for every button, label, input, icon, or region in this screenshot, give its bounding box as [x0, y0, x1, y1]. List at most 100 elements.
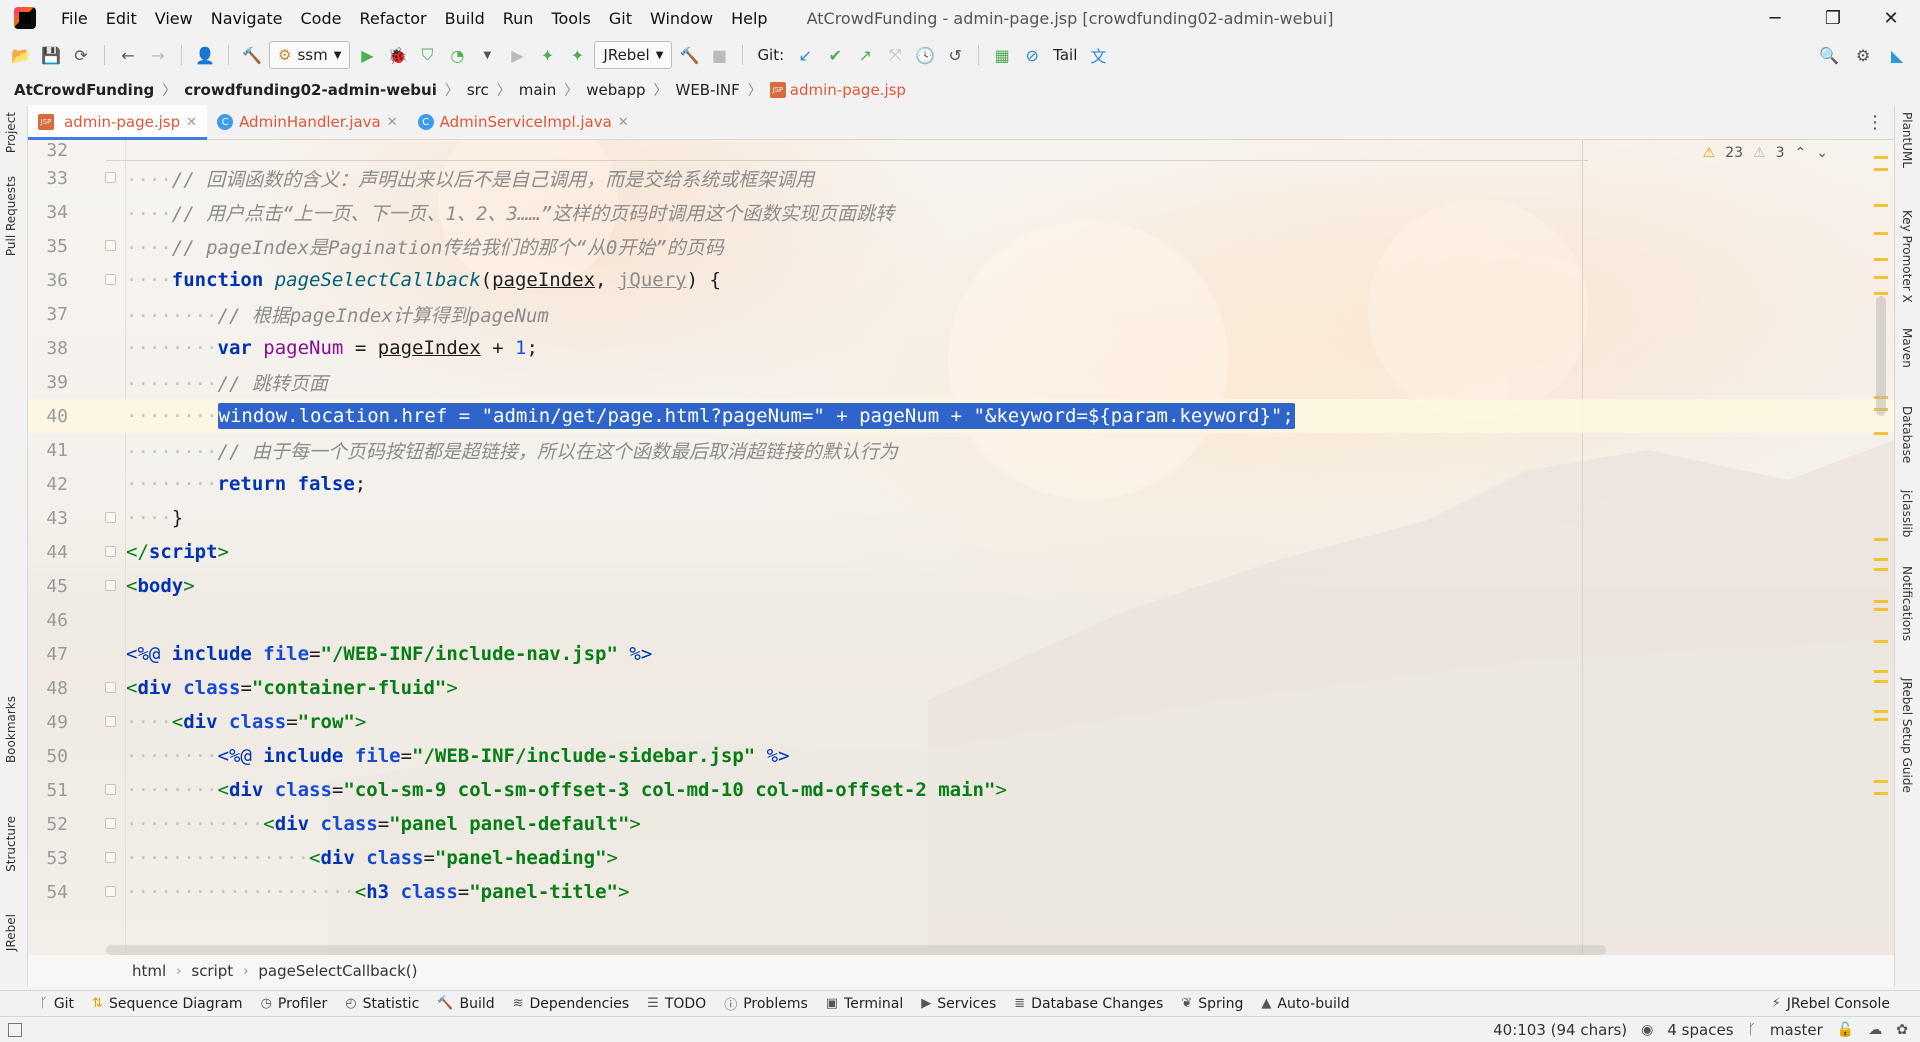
fold-marker[interactable]: [68, 671, 126, 705]
no-entry-icon[interactable]: ⊘: [1019, 42, 1045, 68]
breadcrumb-web-inf[interactable]: WEB-INF: [676, 81, 740, 99]
cloud-icon[interactable]: ☁: [1868, 1022, 1882, 1038]
jrebel-console-tool-button[interactable]: ⚡ JRebel Console: [1772, 996, 1920, 1012]
jrebel-run-icon[interactable]: ✦: [534, 42, 560, 68]
back-icon[interactable]: ←: [115, 42, 141, 68]
menu-build[interactable]: Build: [436, 9, 494, 28]
eye-icon[interactable]: ◉: [1641, 1022, 1653, 1038]
vcs-user-icon[interactable]: 👤: [192, 42, 218, 68]
structure-tool-button[interactable]: Structure: [4, 816, 18, 872]
code-editor[interactable]: ⚠ 23 ⚠ 3 ⌃ ⌄ 31 ····} 32 33 ····// 回调函数的…: [28, 140, 1894, 955]
jrebel-select[interactable]: JRebel ▼: [594, 41, 673, 69]
save-all-icon[interactable]: 💾: [38, 42, 64, 68]
auto-build-tool-button[interactable]: ▲ Auto-build: [1261, 996, 1349, 1012]
search-icon[interactable]: 🔍: [1816, 42, 1842, 68]
breadcrumb-project[interactable]: AtCrowdFunding: [14, 81, 154, 99]
breadcrumb-module[interactable]: crowdfunding02-admin-webui: [184, 81, 437, 99]
tab-admin-page-jsp[interactable]: JSP admin-page.jsp ✕: [28, 105, 208, 140]
fold-marker[interactable]: [68, 875, 126, 909]
jrebel-setup-guide-tool-button[interactable]: JRebel Setup Guide: [1900, 678, 1914, 793]
menu-run[interactable]: Run: [494, 9, 543, 28]
database-changes-tool-button[interactable]: ≣ Database Changes: [1014, 996, 1163, 1012]
dependencies-tool-button[interactable]: ≋ Dependencies: [513, 996, 630, 1012]
run-icon[interactable]: ▶: [354, 42, 380, 68]
breadcrumb-file[interactable]: admin-page.jsp: [790, 81, 906, 99]
indent-setting[interactable]: 4 spaces: [1667, 1021, 1733, 1039]
close-window-button[interactable]: ✕: [1862, 0, 1920, 36]
vertical-scrollbar[interactable]: [1876, 296, 1886, 416]
close-icon[interactable]: ✕: [186, 115, 197, 130]
menu-git[interactable]: Git: [600, 9, 641, 28]
todo-tool-button[interactable]: ☰ TODO: [647, 996, 706, 1012]
fold-marker[interactable]: [68, 501, 126, 535]
menu-view[interactable]: View: [146, 9, 202, 28]
menu-window[interactable]: Window: [641, 9, 722, 28]
forward-icon[interactable]: →: [145, 42, 171, 68]
jrebel-debug-icon[interactable]: ✦: [564, 42, 590, 68]
fold-marker[interactable]: [68, 263, 126, 297]
plugin-icon[interactable]: ✿: [1896, 1022, 1908, 1038]
debug-icon[interactable]: 🐞: [384, 42, 410, 68]
profiler-tool-button[interactable]: ◷ Profiler: [261, 996, 328, 1012]
tail-button[interactable]: Tail: [1049, 46, 1081, 64]
git-push-icon[interactable]: ↗: [852, 42, 878, 68]
pull-requests-tool-button[interactable]: Pull Requests: [4, 176, 18, 256]
code-crumb-script[interactable]: script: [191, 962, 233, 980]
sync-icon[interactable]: ⟳: [68, 42, 94, 68]
more-run-icon[interactable]: ▼: [474, 42, 500, 68]
code-crumb-html[interactable]: html: [132, 962, 166, 980]
lock-icon[interactable]: 🔓: [1837, 1022, 1854, 1038]
database-tool-button[interactable]: Database: [1900, 406, 1914, 463]
close-icon[interactable]: ✕: [618, 115, 629, 130]
bookmarks-tool-button[interactable]: Bookmarks: [4, 696, 18, 763]
terminal-tool-button[interactable]: ▣ Terminal: [826, 996, 903, 1012]
menu-code[interactable]: Code: [292, 9, 351, 28]
git-commit-icon[interactable]: ✔: [822, 42, 848, 68]
problems-tool-button[interactable]: ⓘ Problems: [724, 994, 808, 1014]
project-tool-button[interactable]: Project: [4, 112, 18, 153]
jclasslib-tool-button[interactable]: jclasslib: [1900, 490, 1914, 537]
git-update-icon[interactable]: ↙: [792, 42, 818, 68]
git-branch[interactable]: master: [1770, 1021, 1823, 1039]
profile-icon[interactable]: ◔: [444, 42, 470, 68]
tab-admin-service-impl-java[interactable]: C AdminServiceImpl.java ✕: [408, 105, 639, 139]
caret-position[interactable]: 40:103 (94 chars): [1493, 1021, 1627, 1039]
rollback-icon[interactable]: ↺: [942, 42, 968, 68]
selected-text[interactable]: window.location.href = "admin/get/page.h…: [217, 403, 1295, 429]
run-config-select[interactable]: ⚙ ssm ▼: [269, 41, 351, 69]
breadcrumb-main[interactable]: main: [519, 81, 556, 99]
horizontal-scrollbar[interactable]: [106, 945, 1606, 955]
translate-icon[interactable]: 文: [1085, 42, 1111, 68]
fold-marker[interactable]: [68, 705, 126, 739]
open-folder-icon[interactable]: 📂: [8, 42, 34, 68]
history-icon[interactable]: 🕓: [912, 42, 938, 68]
more-vertical-icon[interactable]: ⋮: [1866, 112, 1894, 133]
tool-windows-toggle-icon[interactable]: [8, 1022, 22, 1037]
fold-marker[interactable]: [68, 807, 126, 841]
menu-refactor[interactable]: Refactor: [350, 9, 435, 28]
menu-help[interactable]: Help: [722, 9, 776, 28]
notifications-tool-button[interactable]: Notifications: [1900, 566, 1914, 641]
error-stripe[interactable]: [1868, 140, 1894, 955]
restore-button[interactable]: ❐: [1804, 0, 1862, 36]
breadcrumb-src[interactable]: src: [467, 81, 489, 99]
statistic-tool-button[interactable]: ◴ Statistic: [345, 996, 419, 1012]
fold-marker[interactable]: [68, 773, 126, 807]
fold-marker[interactable]: [68, 841, 126, 875]
git-tool-button[interactable]: ᚴ Git: [40, 996, 74, 1012]
ide-update-icon[interactable]: ◣: [1884, 42, 1910, 68]
fold-marker[interactable]: [68, 569, 126, 603]
maven-tool-button[interactable]: Maven: [1900, 328, 1914, 368]
code-crumb-function[interactable]: pageSelectCallback(): [258, 962, 417, 980]
plantuml-tool-button[interactable]: PlantUML: [1900, 112, 1914, 168]
key-promoter-tool-button[interactable]: Key Promoter X: [1900, 210, 1914, 303]
sequence-diagram-tool-button[interactable]: ⇅ Sequence Diagram: [92, 996, 243, 1012]
gear-icon[interactable]: ⚙: [1850, 42, 1876, 68]
menu-navigate[interactable]: Navigate: [202, 9, 292, 28]
minimize-button[interactable]: ─: [1746, 0, 1804, 36]
fold-marker[interactable]: [68, 161, 126, 195]
close-icon[interactable]: ✕: [387, 115, 398, 130]
chart-icon[interactable]: ▦: [989, 42, 1015, 68]
fold-marker[interactable]: [68, 535, 126, 569]
jrebel-tool-button[interactable]: JRebel: [4, 914, 18, 951]
